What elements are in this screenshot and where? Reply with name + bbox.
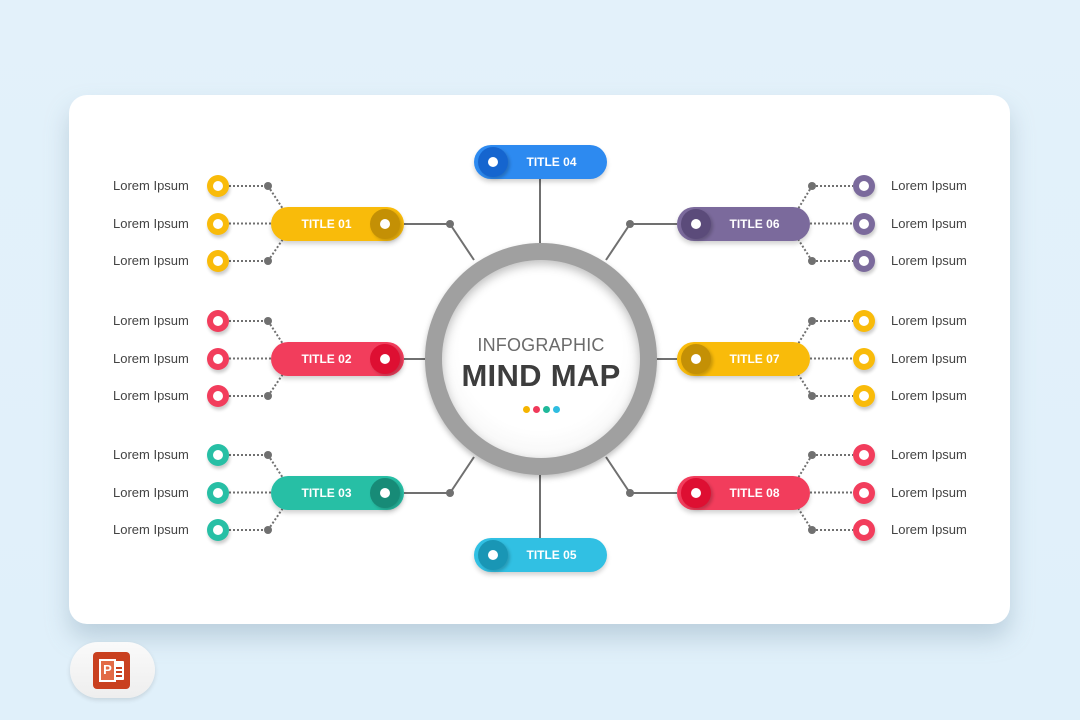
item-marker-icon[interactable] <box>207 444 229 466</box>
branch-title-label: TITLE 03 <box>301 486 352 500</box>
item-marker-icon[interactable] <box>207 481 229 504</box>
item-marker-icon[interactable] <box>207 519 229 541</box>
center-hub: INFOGRAPHIC MIND MAP <box>425 243 657 475</box>
branch-06-item-2: Lorem Ipsum <box>891 215 967 231</box>
branch-title-05[interactable]: TITLE 05 <box>474 538 607 572</box>
branch-06-item-1: Lorem Ipsum <box>891 178 967 193</box>
branch-title-label: TITLE 07 <box>729 352 780 366</box>
item-marker-icon[interactable] <box>853 310 875 332</box>
item-marker-icon[interactable] <box>853 175 875 197</box>
branch-title-01[interactable]: TITLE 01 <box>271 207 404 241</box>
branch-title-label: TITLE 05 <box>526 548 577 562</box>
item-marker-icon[interactable] <box>853 519 875 541</box>
branch-03-item-1: Lorem Ipsum <box>113 447 189 462</box>
item-marker-icon[interactable] <box>207 310 229 332</box>
branch-02-item-3: Lorem Ipsum <box>113 388 189 403</box>
item-marker-icon[interactable] <box>853 385 875 407</box>
item-marker-icon[interactable] <box>853 250 875 272</box>
center-dot-4 <box>552 406 560 413</box>
item-marker-icon[interactable] <box>853 481 875 504</box>
center-dot-1 <box>522 406 530 413</box>
branch-title-label: TITLE 04 <box>526 155 577 169</box>
center-dots <box>442 406 640 413</box>
branch-07-item-2: Lorem Ipsum <box>891 350 967 366</box>
branch-07-item-3: Lorem Ipsum <box>891 388 967 403</box>
branch-title-label: TITLE 02 <box>301 352 352 366</box>
branch-title-06[interactable]: TITLE 06 <box>677 207 810 241</box>
branch-01-item-1: Lorem Ipsum <box>113 178 189 193</box>
center-subtitle: INFOGRAPHIC <box>477 335 605 355</box>
branch-01-item-3: Lorem Ipsum <box>113 253 189 268</box>
item-marker-icon[interactable] <box>853 212 875 235</box>
center-title: MIND MAP <box>461 358 621 393</box>
branch-title-label: TITLE 08 <box>729 486 780 500</box>
branch-title-02[interactable]: TITLE 02 <box>271 342 404 376</box>
branch-title-04[interactable]: TITLE 04 <box>474 145 607 179</box>
center-hub-inner: INFOGRAPHIC MIND MAP <box>442 260 640 458</box>
item-marker-icon[interactable] <box>207 385 229 407</box>
item-marker-icon[interactable] <box>207 212 229 235</box>
branch-title-08[interactable]: TITLE 08 <box>677 476 810 510</box>
powerpoint-badge[interactable]: P <box>70 642 155 698</box>
item-marker-icon[interactable] <box>207 347 229 370</box>
item-marker-icon[interactable] <box>207 175 229 197</box>
branch-08-item-3: Lorem Ipsum <box>891 522 967 537</box>
branch-02-item-1: Lorem Ipsum <box>113 313 189 328</box>
branch-03-item-2: Lorem Ipsum <box>113 484 189 500</box>
branch-title-label: TITLE 01 <box>301 217 352 231</box>
item-marker-icon[interactable] <box>853 444 875 466</box>
center-dot-3 <box>542 406 550 413</box>
branch-07-item-1: Lorem Ipsum <box>891 313 967 328</box>
branch-title-07[interactable]: TITLE 07 <box>677 342 810 376</box>
powerpoint-icon: P <box>93 652 130 689</box>
branch-title-03[interactable]: TITLE 03 <box>271 476 404 510</box>
branch-08-item-2: Lorem Ipsum <box>891 484 967 500</box>
branch-02-item-2: Lorem Ipsum <box>113 350 189 366</box>
branch-06-item-3: Lorem Ipsum <box>891 253 967 268</box>
branch-01-item-2: Lorem Ipsum <box>113 215 189 231</box>
branch-08-item-1: Lorem Ipsum <box>891 447 967 462</box>
center-dot-2 <box>532 406 540 413</box>
item-marker-icon[interactable] <box>853 347 875 370</box>
branch-title-label: TITLE 06 <box>729 217 780 231</box>
item-marker-icon[interactable] <box>207 250 229 272</box>
branch-03-item-3: Lorem Ipsum <box>113 522 189 537</box>
